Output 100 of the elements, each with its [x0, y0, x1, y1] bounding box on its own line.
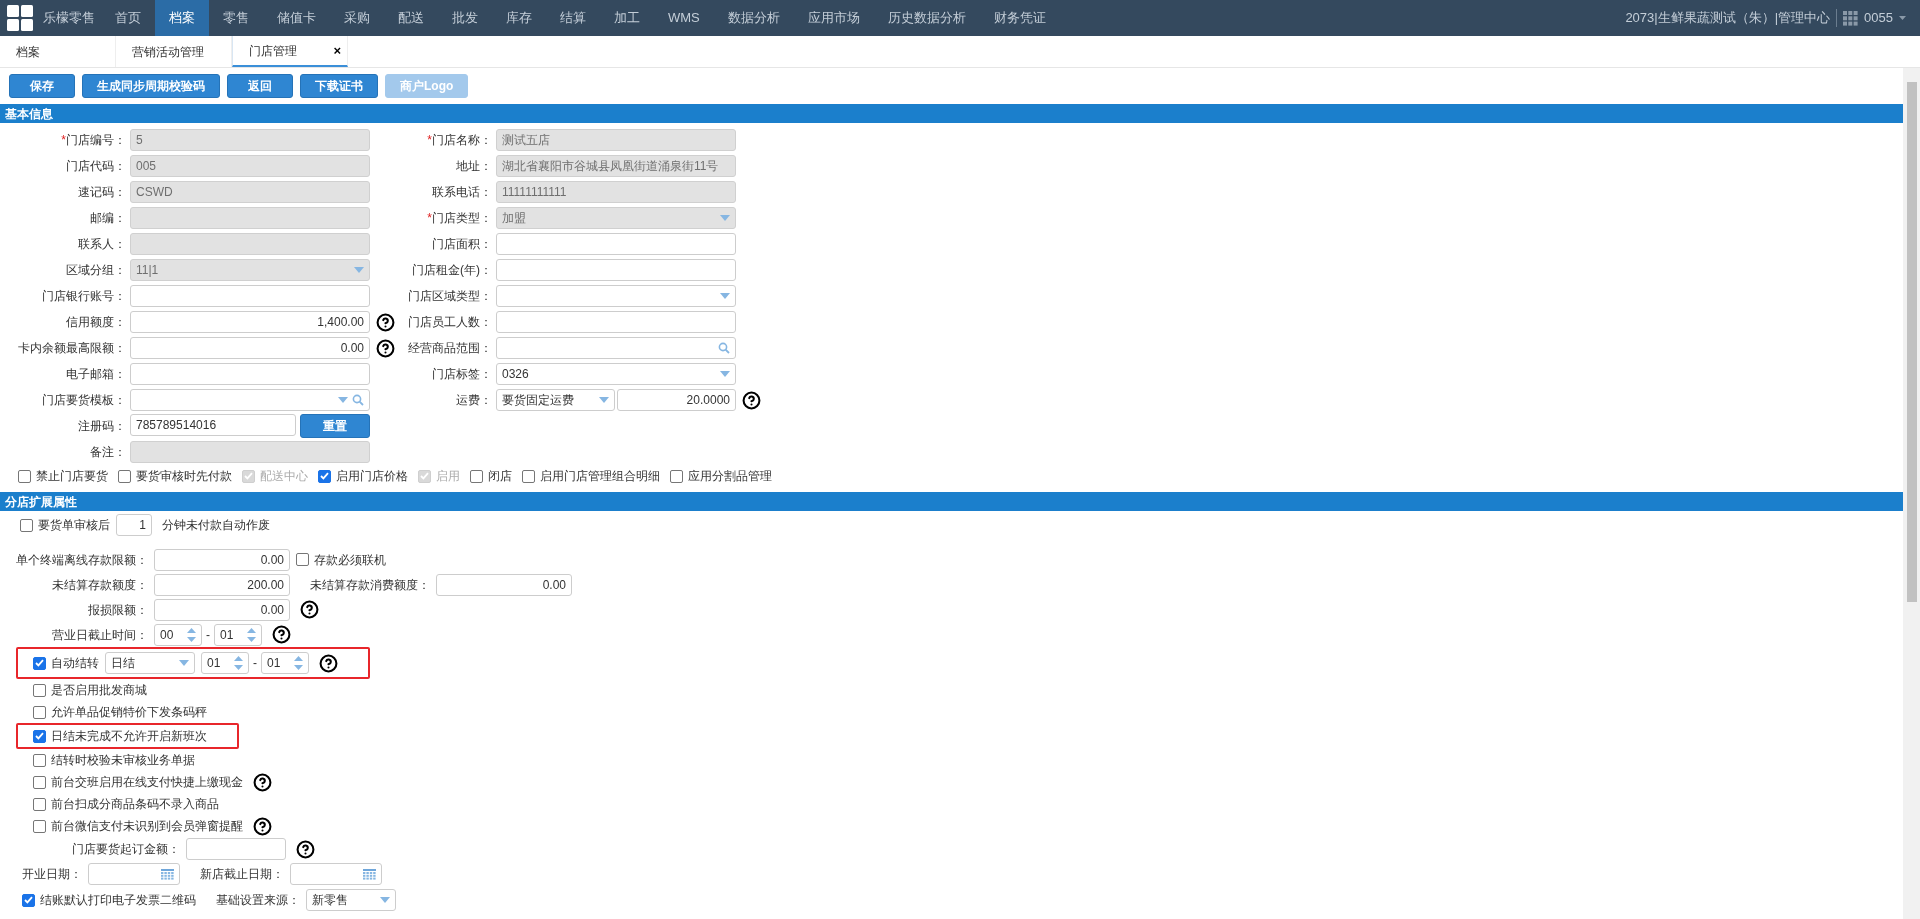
input-field[interactable]: 0.00	[436, 573, 572, 596]
nav-item[interactable]: 结算	[546, 0, 600, 36]
spinner-arrows-icon[interactable]	[294, 655, 303, 671]
help-icon[interactable]	[376, 338, 395, 358]
page-tab[interactable]: 门店管理 ×	[232, 36, 348, 67]
help-icon[interactable]	[272, 625, 291, 644]
select-field[interactable]: 0326	[496, 363, 736, 385]
help-icon[interactable]	[376, 312, 395, 332]
spinner-field[interactable]: 01	[261, 652, 309, 674]
field-label: 单个终端离线存款限额：	[15, 551, 148, 569]
checkbox[interactable]	[33, 705, 46, 719]
nav-item[interactable]: 财务凭证	[979, 0, 1060, 36]
calendar-icon[interactable]	[363, 868, 376, 880]
input-field[interactable]	[496, 311, 736, 333]
page-tab[interactable]: 档案	[0, 36, 116, 67]
field-label: 报损限额：	[87, 601, 148, 619]
help-icon[interactable]	[296, 839, 315, 859]
search-icon[interactable]	[718, 342, 730, 354]
scrollbar-thumb[interactable]	[1906, 82, 1917, 602]
caret-icon[interactable]	[1899, 16, 1906, 20]
range-dash: -	[206, 626, 210, 644]
calendar-icon[interactable]	[161, 868, 174, 880]
select-field[interactable]: 日结	[105, 652, 195, 674]
page-tab[interactable]: 营销活动管理	[116, 36, 232, 67]
checkbox[interactable]	[33, 729, 46, 743]
checkbox[interactable]	[33, 656, 46, 670]
search-field[interactable]	[496, 337, 736, 359]
checkbox[interactable]	[296, 553, 309, 566]
checkbox[interactable]	[33, 819, 46, 833]
field-label: 基础设置来源：	[216, 892, 300, 909]
user-code[interactable]: 0055	[1864, 8, 1893, 28]
checkbox[interactable]	[318, 469, 331, 483]
toolbar-button[interactable]: 生成同步周期校验码	[82, 74, 220, 98]
checkbox[interactable]	[33, 683, 46, 697]
help-icon[interactable]	[742, 390, 761, 410]
nav-item[interactable]: 零售	[209, 0, 263, 36]
checkbox[interactable]	[22, 893, 35, 907]
checkbox[interactable]	[470, 469, 483, 483]
spinner-field[interactable]: 00	[154, 623, 202, 646]
toolbar-button[interactable]: 下载证书	[300, 74, 378, 98]
help-icon[interactable]	[253, 772, 272, 792]
nav-item[interactable]: 采购	[330, 0, 384, 36]
input-field[interactable]: 20.0000	[617, 389, 736, 411]
input-field[interactable]: 1,400.00	[130, 311, 370, 333]
help-icon[interactable]	[319, 653, 338, 673]
nav-item[interactable]: 批发	[438, 0, 492, 36]
nav-item[interactable]: 档案	[155, 0, 209, 36]
brand-name: 乐檬零售	[43, 9, 95, 28]
checkbox[interactable]	[522, 469, 535, 483]
spinner-arrows-icon[interactable]	[247, 626, 256, 643]
checkbox[interactable]	[33, 753, 46, 767]
checkbox[interactable]	[18, 469, 31, 483]
input-field[interactable]: 0.00	[154, 598, 290, 621]
spinner-arrows-icon[interactable]	[187, 626, 196, 643]
select-field[interactable]	[496, 285, 736, 307]
checkbox-label: 允许单品促销特价下发条码秤	[51, 704, 207, 721]
close-tab-button[interactable]: ×	[333, 40, 341, 61]
checkbox[interactable]	[33, 797, 46, 811]
search-icon[interactable]	[352, 394, 364, 406]
select-field[interactable]	[130, 389, 370, 411]
spinner-field[interactable]: 01	[214, 623, 262, 646]
nav-item[interactable]: 首页	[101, 0, 155, 36]
date-field[interactable]	[88, 863, 180, 885]
input-field[interactable]: 1	[116, 514, 152, 536]
reset-button[interactable]: 重置	[300, 414, 370, 438]
nav-item[interactable]: 历史数据分析	[873, 0, 980, 36]
spinner-arrows-icon[interactable]	[234, 655, 243, 671]
input-field[interactable]: 0.00	[154, 548, 290, 571]
input-field[interactable]: 200.00	[154, 573, 290, 596]
nav-item[interactable]: 库存	[492, 0, 546, 36]
help-icon[interactable]	[253, 816, 272, 836]
checkbox[interactable]	[20, 518, 33, 532]
input-field[interactable]: 0.00	[130, 337, 370, 359]
checkbox-label: 存款必须联机	[314, 551, 386, 569]
input-field[interactable]: 785789514016	[130, 414, 296, 436]
date-field[interactable]	[290, 863, 382, 885]
account-info[interactable]: 2073|生鲜果蔬测试（朱）|管理中心	[1625, 8, 1831, 28]
nav-item[interactable]: 数据分析	[713, 0, 794, 36]
input-field[interactable]	[130, 285, 370, 307]
apps-grid-icon[interactable]	[1843, 10, 1859, 26]
field-label: 经营商品范围：	[407, 340, 493, 357]
checkbox[interactable]	[670, 469, 683, 483]
spinner-field[interactable]: 01	[201, 652, 249, 674]
field-label: 联系人：	[77, 236, 127, 253]
input-field[interactable]	[130, 363, 370, 385]
toolbar-button[interactable]: 保存	[9, 74, 75, 98]
select-field[interactable]: 要货固定运费	[496, 389, 615, 411]
toolbar-button[interactable]: 返回	[227, 74, 293, 98]
select-field[interactable]: 新零售	[306, 889, 396, 911]
nav-item[interactable]: 应用市场	[793, 0, 874, 36]
scrollbar[interactable]	[1903, 68, 1920, 919]
field-label: 联系电话：	[431, 184, 493, 201]
checkbox[interactable]	[33, 775, 46, 789]
checkbox[interactable]	[118, 469, 131, 483]
nav-item[interactable]: 加工	[600, 0, 654, 36]
input-field[interactable]	[186, 838, 286, 860]
help-icon[interactable]	[300, 600, 319, 619]
nav-item[interactable]: 配送	[384, 0, 438, 36]
nav-item[interactable]: WMS	[654, 0, 714, 36]
nav-item[interactable]: 储值卡	[263, 0, 330, 36]
